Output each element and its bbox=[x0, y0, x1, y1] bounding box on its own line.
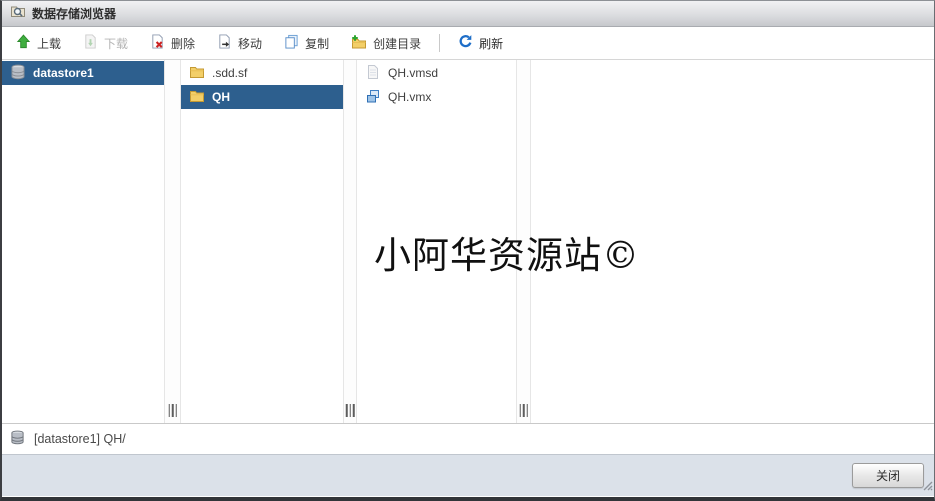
window-title: 数据存储浏览器 bbox=[32, 7, 117, 21]
list-item-sdd-sf[interactable]: .sdd.sf bbox=[181, 61, 343, 85]
create-directory-button[interactable]: 创建目录 bbox=[351, 34, 421, 53]
dialog-footer: 关闭 bbox=[2, 454, 934, 496]
list-item-qh-vmx[interactable]: QH.vmx bbox=[357, 85, 516, 109]
file-browser: datastore1 .sdd.sf QH QH.vmsd QH.vmx 小阿华… bbox=[2, 60, 934, 424]
download-icon bbox=[83, 34, 98, 52]
column-resize-grip-3[interactable] bbox=[519, 404, 528, 417]
delete-icon bbox=[150, 34, 165, 52]
download-button[interactable]: 下载 bbox=[83, 34, 128, 52]
move-button[interactable]: 移动 bbox=[217, 34, 262, 52]
window-titlebar: 数据存储浏览器 bbox=[2, 1, 934, 27]
vm-file-icon bbox=[365, 88, 381, 107]
column-datastores: datastore1 bbox=[2, 60, 164, 423]
datastore-icon bbox=[10, 430, 25, 448]
close-button[interactable]: 关闭 bbox=[852, 463, 924, 488]
folder-icon bbox=[189, 88, 205, 107]
datastore-browser-window: 数据存储浏览器 上载 下载 删除 移动 复制 创建目录 刷新 datastore… bbox=[0, 0, 935, 501]
toolbar: 上载 下载 删除 移动 复制 创建目录 刷新 bbox=[2, 27, 934, 60]
list-item-qh-vmsd[interactable]: QH.vmsd bbox=[357, 61, 516, 85]
column-resize-gutter-2[interactable] bbox=[343, 60, 357, 423]
create-directory-icon bbox=[351, 34, 367, 53]
refresh-icon bbox=[458, 34, 473, 52]
status-bar: [datastore1] QH/ bbox=[2, 424, 934, 454]
delete-button[interactable]: 删除 bbox=[150, 34, 195, 52]
column-resize-gutter-1[interactable] bbox=[164, 60, 181, 423]
column-resize-gutter-3[interactable] bbox=[516, 60, 531, 423]
toolbar-separator bbox=[439, 34, 441, 52]
refresh-button[interactable]: 刷新 bbox=[458, 34, 503, 52]
folder-icon bbox=[189, 64, 205, 83]
current-path: [datastore1] QH/ bbox=[34, 432, 126, 446]
datastore-browser-icon bbox=[10, 3, 26, 24]
move-icon bbox=[217, 34, 232, 52]
column-resize-grip-1[interactable] bbox=[168, 404, 177, 417]
upload-icon bbox=[16, 34, 31, 52]
column-files: QH.vmsd QH.vmx bbox=[357, 60, 516, 423]
list-item-qh-folder[interactable]: QH bbox=[181, 85, 343, 109]
copy-button[interactable]: 复制 bbox=[284, 34, 329, 52]
column-folders: .sdd.sf QH bbox=[181, 60, 343, 423]
window-resize-grip-icon[interactable] bbox=[922, 478, 933, 496]
copy-icon bbox=[284, 34, 299, 52]
upload-button[interactable]: 上载 bbox=[16, 34, 61, 52]
datastore-icon bbox=[10, 64, 26, 83]
file-icon bbox=[365, 64, 381, 83]
list-item-datastore1[interactable]: datastore1 bbox=[2, 61, 164, 85]
column-resize-grip-2[interactable] bbox=[345, 404, 355, 417]
